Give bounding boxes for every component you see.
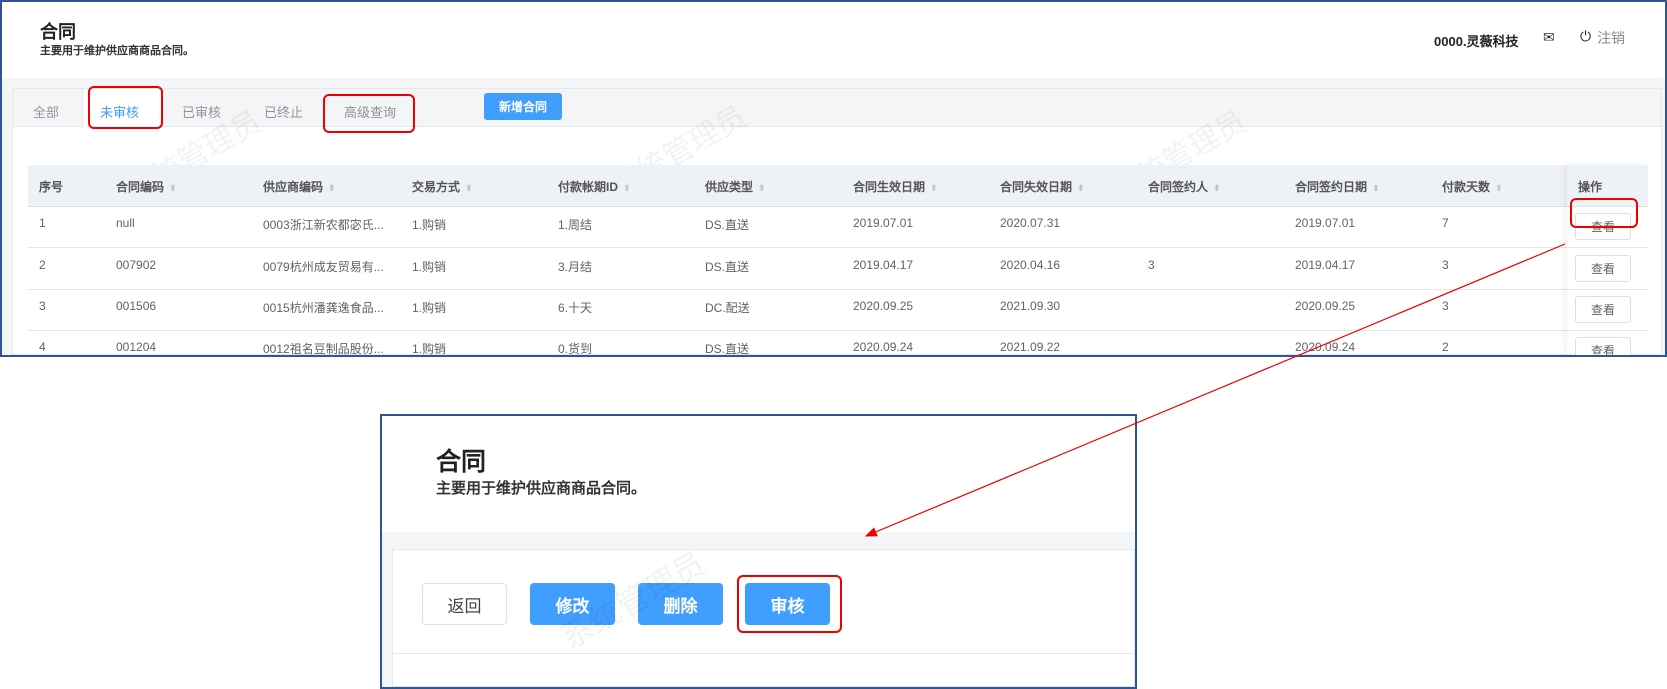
table-cell: 3.月结 — [558, 260, 593, 274]
column-header-label: 合同失效日期 — [1000, 180, 1073, 194]
logout-button[interactable]: ⏻ 注销 — [1580, 28, 1625, 48]
table-cell: 1.周结 — [558, 218, 593, 232]
table-cell: 2020.04.16 — [1000, 258, 1061, 272]
row-divider — [28, 330, 1648, 331]
column-header[interactable]: 供应商编码 ⬍ — [263, 178, 336, 195]
sort-icon[interactable]: ⬍ — [758, 183, 766, 193]
table-cell: DC.配送 — [705, 301, 750, 315]
sort-icon[interactable]: ⬍ — [465, 183, 473, 193]
table-cell: null — [116, 216, 135, 230]
table-cell: 2020.09.25 — [853, 299, 914, 313]
table-cell: 2020.09.24 — [1295, 340, 1356, 354]
table-cell: 4 — [39, 340, 46, 354]
table-cell: 0079杭州成友贸易有... — [263, 260, 384, 274]
tab-all[interactable]: 全部 — [33, 102, 59, 121]
table-cell: DS.直送 — [705, 260, 750, 274]
sort-icon[interactable]: ⬍ — [930, 183, 938, 193]
table-cell: 3 — [1442, 299, 1449, 313]
column-header[interactable]: 合同生效日期 ⬍ — [853, 178, 938, 195]
sort-icon[interactable]: ⬍ — [623, 183, 631, 193]
highlight-unaudited — [88, 86, 163, 129]
column-header: 序号 — [39, 178, 63, 195]
highlight-audit — [737, 575, 842, 633]
column-header[interactable]: 合同失效日期 ⬍ — [1000, 178, 1085, 195]
table-cell: 2020.07.31 — [1000, 216, 1061, 230]
table-cell: DS.直送 — [705, 218, 750, 232]
table-cell: 2020.09.24 — [853, 340, 914, 354]
table-cell: 2019.07.01 — [1295, 216, 1356, 230]
table-cell: 001204 — [116, 340, 157, 354]
table-cell: 3 — [39, 299, 46, 313]
table-cell: 007902 — [116, 258, 157, 272]
table-cell: 0003浙江新农都宓氏... — [263, 218, 384, 232]
column-header[interactable]: 合同签约日期 ⬍ — [1295, 178, 1380, 195]
column-header-label: 序号 — [39, 180, 64, 194]
column-header[interactable]: 交易方式 ⬍ — [412, 178, 473, 195]
column-header-label: 交易方式 — [412, 180, 461, 194]
table-cell: 1.购销 — [412, 301, 447, 315]
page-title: 合同 — [40, 22, 76, 42]
table-cell: 1.购销 — [412, 260, 447, 274]
row-divider — [28, 247, 1648, 248]
table-cell: 0.货到 — [558, 342, 593, 356]
column-header[interactable]: 合同编码 ⬍ — [116, 178, 177, 195]
table-cell: 2019.04.17 — [1295, 258, 1356, 272]
column-header[interactable]: 合同签约人 ⬍ — [1148, 178, 1221, 195]
highlight-view — [1570, 198, 1638, 228]
table-cell: 001506 — [116, 299, 157, 313]
column-header-label: 合同签约日期 — [1295, 180, 1368, 194]
tab-terminated[interactable]: 已终止 — [264, 102, 303, 121]
table-cell: 2 — [39, 258, 46, 272]
table-cell: 1.购销 — [412, 342, 447, 356]
column-header[interactable]: 付款帐期ID ⬍ — [558, 178, 631, 195]
table-cell: 2020.09.25 — [1295, 299, 1356, 313]
column-header-label: 合同生效日期 — [853, 180, 926, 194]
column-header-label: 合同编码 — [116, 180, 165, 194]
table-cell: 0015杭州潘龚逸食品... — [263, 301, 384, 315]
sort-icon[interactable]: ⬍ — [1495, 183, 1503, 193]
fixed-column-shadow — [1567, 165, 1648, 355]
logout-label: 注销 — [1597, 30, 1626, 46]
sort-icon[interactable]: ⬍ — [169, 183, 177, 193]
row-divider — [28, 289, 1648, 290]
power-icon: ⏻ — [1580, 28, 1592, 44]
mail-icon[interactable]: ✉ — [1543, 29, 1555, 46]
contract-list-screenshot: 合同 主要用于维护供应商商品合同。 0000.灵薇科技 ✉ ⏻ 注销 全部 未审… — [0, 0, 1667, 357]
table-cell: DS.直送 — [705, 342, 750, 356]
detail-title: 合同 — [436, 448, 487, 476]
table-cell: 2019.04.17 — [853, 258, 914, 272]
table-cell: 7 — [1442, 216, 1449, 230]
table-cell: 2 — [1442, 340, 1449, 354]
contract-detail-screenshot: 合同 主要用于维护供应商商品合同。 返回 修改 删除 审核 系统管理员 — [380, 414, 1137, 689]
detail-subtitle: 主要用于维护供应商商品合同。 — [436, 480, 647, 497]
sort-icon[interactable]: ⬍ — [1213, 183, 1221, 193]
table-cell: 1.购销 — [412, 218, 447, 232]
table-cell: 2021.09.30 — [1000, 299, 1061, 313]
table-cell: 2021.09.22 — [1000, 340, 1061, 354]
sort-icon[interactable]: ⬍ — [1077, 183, 1085, 193]
column-header[interactable]: 付款天数 ⬍ — [1442, 178, 1503, 195]
table-cell: 3 — [1442, 258, 1449, 272]
sort-icon[interactable]: ⬍ — [328, 183, 336, 193]
back-button[interactable]: 返回 — [422, 583, 507, 625]
column-header-label: 供应商编码 — [263, 180, 324, 194]
column-header-label: 合同签约人 — [1148, 180, 1209, 194]
company-name: 0000.灵薇科技 — [1434, 34, 1519, 49]
column-header[interactable]: 供应类型 ⬍ — [705, 178, 766, 195]
table-cell: 1 — [39, 216, 46, 230]
add-contract-button[interactable]: 新增合同 — [484, 93, 562, 120]
table-cell: 6.十天 — [558, 301, 593, 315]
page-subtitle: 主要用于维护供应商商品合同。 — [40, 45, 194, 57]
table-cell: 0012祖名豆制品股份... — [263, 342, 384, 356]
column-header-label: 付款帐期ID — [558, 180, 619, 194]
sort-icon[interactable]: ⬍ — [1372, 183, 1380, 193]
column-header-label: 付款天数 — [1442, 180, 1491, 194]
column-header-label: 供应类型 — [705, 180, 754, 194]
highlight-advanced — [323, 94, 415, 133]
table-cell: 3 — [1148, 258, 1155, 272]
table-cell: 2019.07.01 — [853, 216, 914, 230]
